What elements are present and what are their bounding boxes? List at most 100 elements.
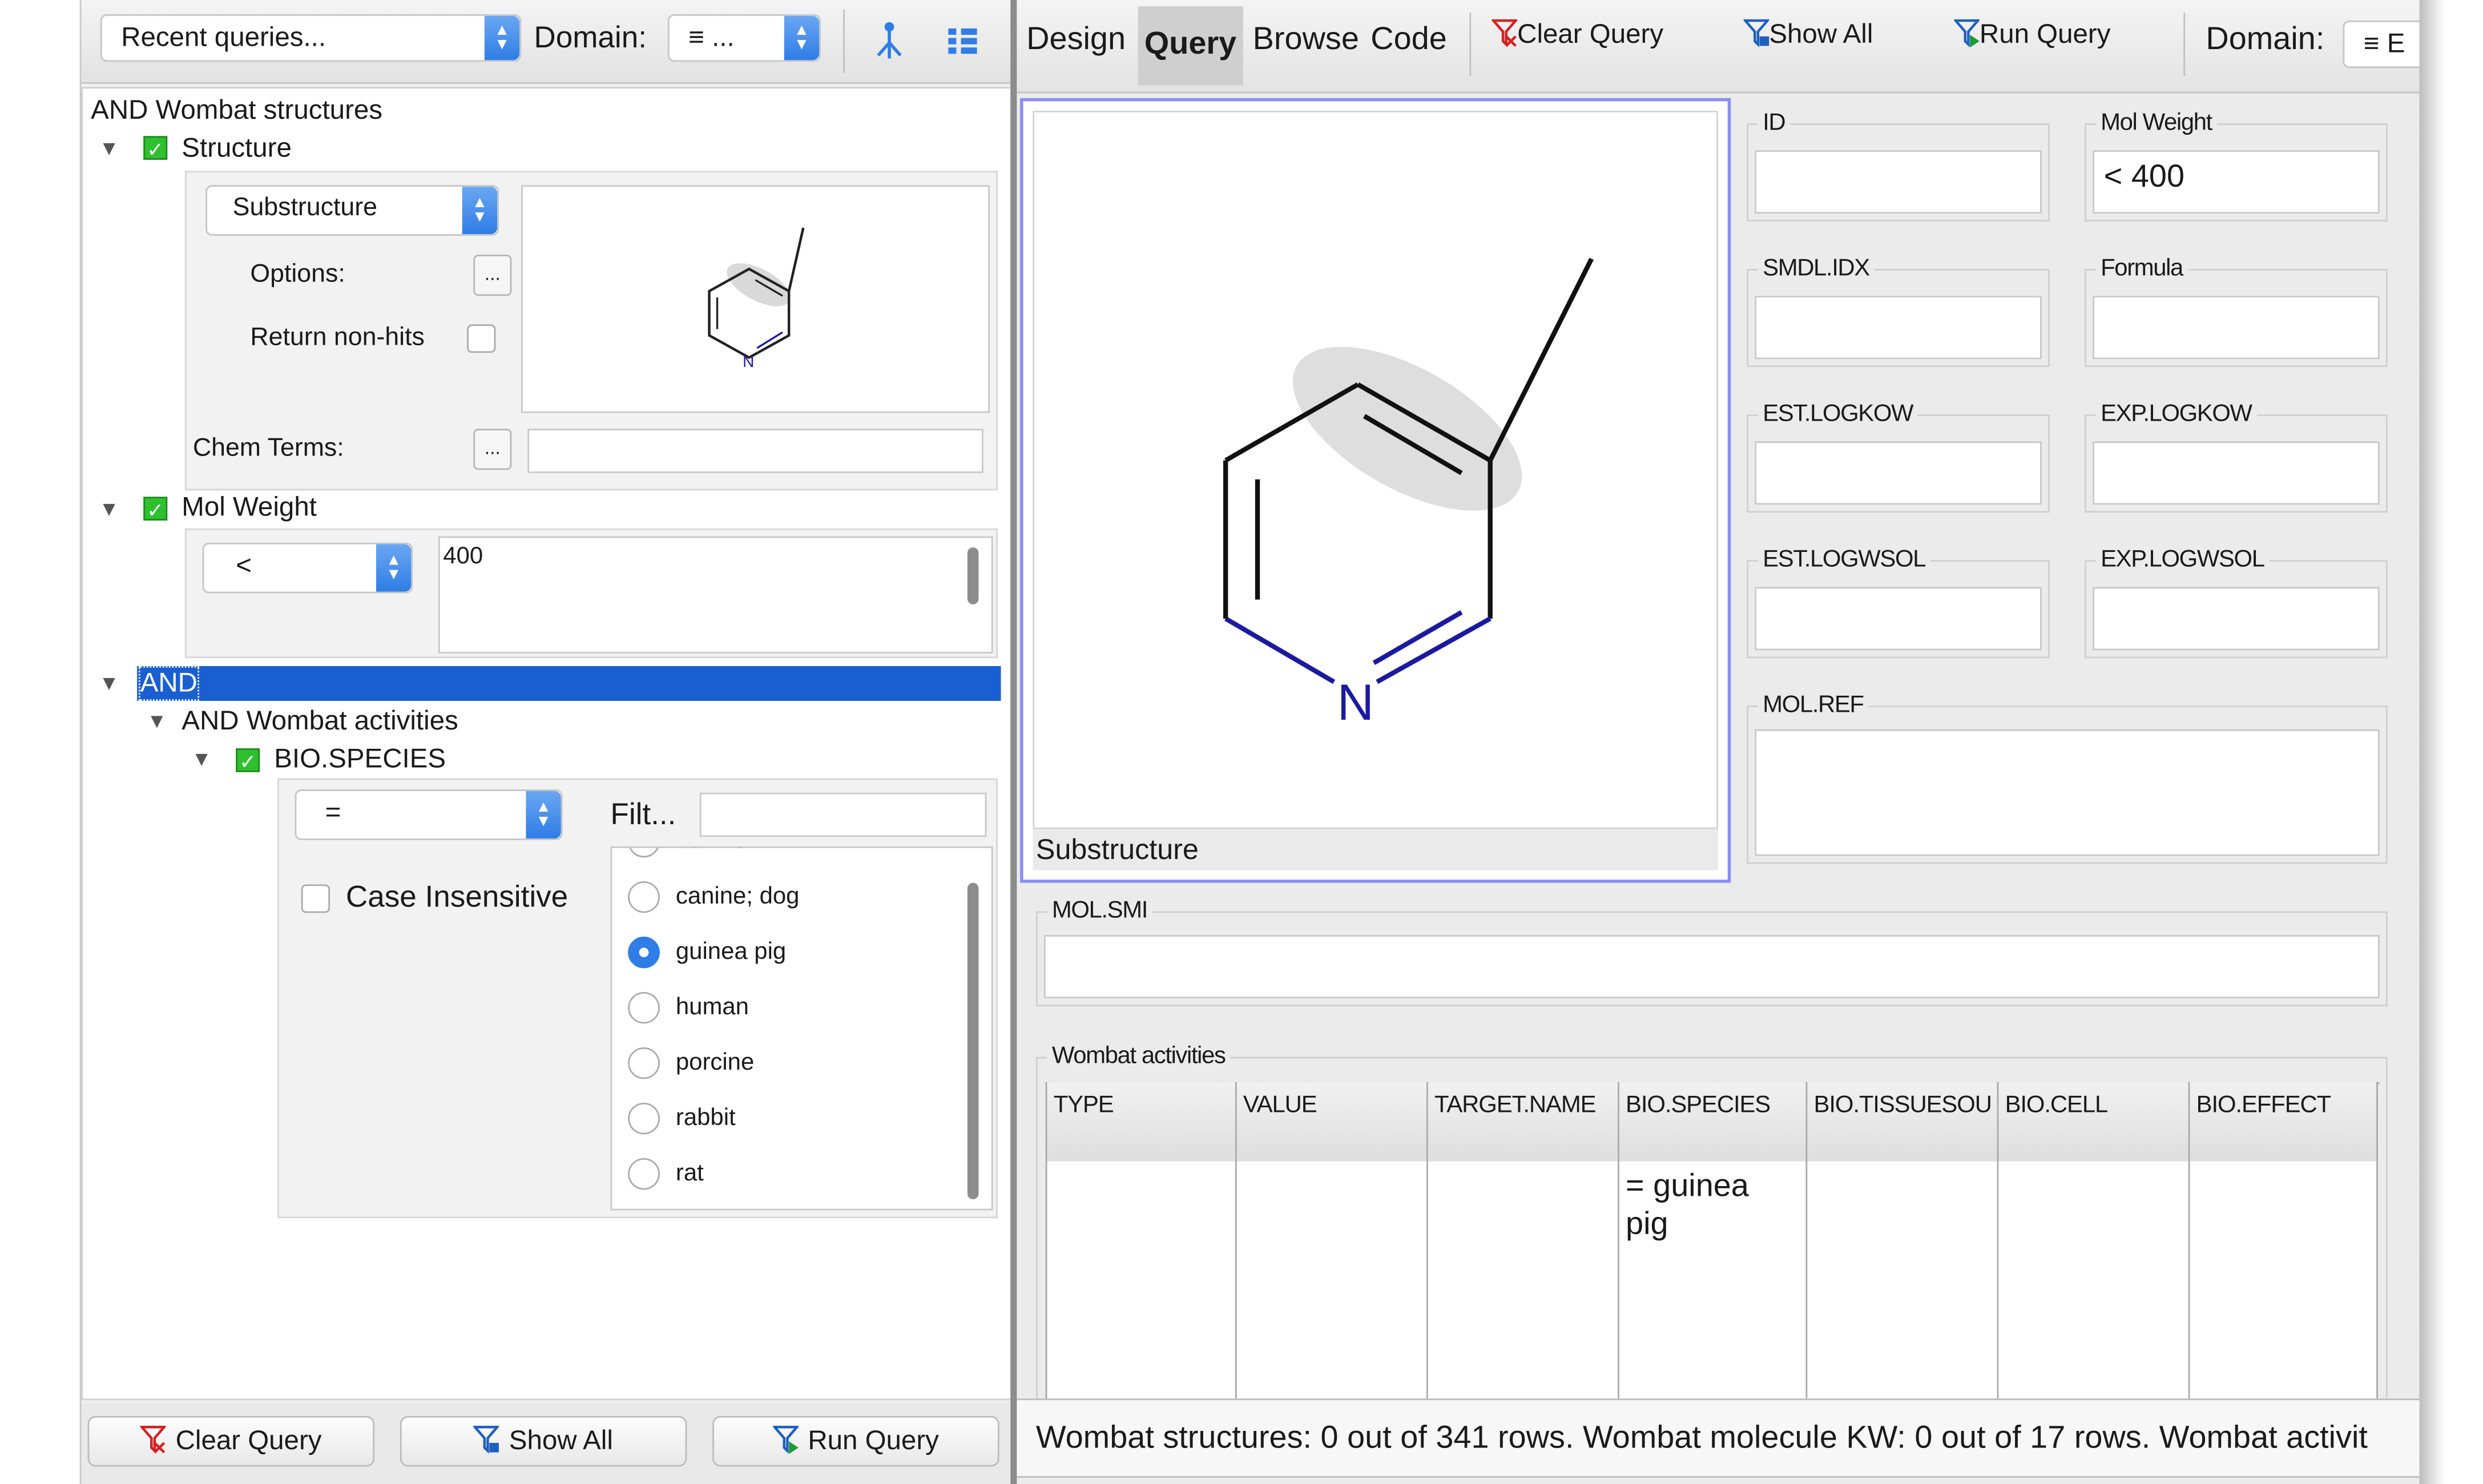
tab-browse[interactable]: Browse bbox=[1253, 22, 1359, 59]
toolbar-clear-query-label: Clear Query bbox=[1517, 19, 1664, 49]
est-logkow-input[interactable] bbox=[1755, 441, 2042, 505]
right-toolbar: Design Query Browse Code Clear Query Sho… bbox=[1017, 0, 2420, 94]
species-radio-rabbit[interactable] bbox=[628, 1103, 660, 1135]
status-text: Wombat structures: 0 out of 341 rows. Wo… bbox=[1035, 1421, 2368, 1456]
chevron-updown-icon: ▲ ▼ bbox=[484, 15, 520, 61]
window-edge-shadow bbox=[2419, 0, 2445, 1484]
column-header-type[interactable]: TYPE bbox=[1047, 1082, 1237, 1162]
tab-code[interactable]: Code bbox=[1371, 22, 1447, 59]
chem-terms-input[interactable] bbox=[527, 429, 983, 473]
toolbar-run-query-button[interactable]: Run Query bbox=[1954, 19, 2110, 50]
column-header-target-name[interactable]: TARGET.NAME bbox=[1428, 1082, 1619, 1162]
chevron-updown-icon: ▲ ▼ bbox=[784, 15, 820, 61]
left-toolbar: Recent queries... ▲ ▼ Domain: ≡ ... ▲ ▼ bbox=[81, 0, 1013, 84]
case-insensitive-checkbox[interactable] bbox=[301, 884, 330, 913]
mol-ref-input[interactable] bbox=[1755, 729, 2380, 856]
species-radio-bovine[interactable] bbox=[628, 848, 660, 858]
column-header-bio-cell[interactable]: BIO.CELL bbox=[1998, 1082, 2190, 1162]
column-header-bio-effect[interactable]: BIO.EFFECT bbox=[2190, 1082, 2378, 1162]
est-logwsol-label: EST.LOGWSOL bbox=[1758, 546, 1930, 573]
column-header-bio-species[interactable]: BIO.SPECIES bbox=[1619, 1082, 1808, 1162]
show-all-button[interactable]: Show All bbox=[400, 1416, 687, 1467]
mol-weight-criteria-section: < ▲ ▼ 400 bbox=[184, 528, 998, 659]
species-option-label: bovine bbox=[676, 848, 746, 854]
expand-triangle-icon[interactable]: ▼ bbox=[99, 497, 119, 521]
mol-weight-enabled-checkbox[interactable]: ✓ bbox=[143, 497, 168, 522]
clear-query-button[interactable]: Clear Query bbox=[87, 1416, 375, 1467]
table-cell-bio-species[interactable]: = guinea pig bbox=[1619, 1161, 1808, 1399]
search-type-value: Substructure bbox=[232, 194, 377, 222]
domain-select[interactable]: ≡ ... ▲ ▼ bbox=[667, 14, 821, 62]
chem-terms-button[interactable]: ... bbox=[473, 429, 512, 470]
mol-smi-field-group: MOL.SMI bbox=[1035, 897, 2388, 1006]
tree-structure-icon[interactable] bbox=[872, 21, 906, 62]
split-pane-divider[interactable] bbox=[1010, 0, 1017, 1484]
bio-species-enabled-checkbox[interactable]: ✓ bbox=[236, 748, 260, 773]
clear-query-label: Clear Query bbox=[175, 1425, 322, 1456]
domain-label: Domain: bbox=[534, 22, 647, 56]
mol-ref-field-group: MOL.REF bbox=[1747, 691, 2388, 864]
column-header-value[interactable]: VALUE bbox=[1236, 1082, 1428, 1162]
filter-label: Filt... bbox=[610, 799, 676, 833]
list-view-icon[interactable] bbox=[945, 24, 980, 59]
bio-species-operator-value: = bbox=[325, 797, 341, 828]
return-nonhits-checkbox[interactable] bbox=[467, 324, 496, 353]
table-cell[interactable] bbox=[1807, 1161, 1999, 1399]
and-node-selected[interactable]: AND bbox=[137, 666, 1001, 701]
species-radio-porcine[interactable] bbox=[628, 1047, 660, 1079]
run-query-button[interactable]: Run Query bbox=[712, 1416, 999, 1467]
table-cell[interactable] bbox=[1047, 1161, 1237, 1399]
structure-enabled-checkbox[interactable]: ✓ bbox=[143, 136, 168, 162]
mol-weight-operator-select[interactable]: < ▲ ▼ bbox=[202, 542, 413, 594]
table-cell[interactable] bbox=[1428, 1161, 1619, 1399]
case-insensitive-label: Case Insensitive bbox=[345, 881, 569, 915]
structure-thumbnail[interactable]: N bbox=[521, 185, 990, 413]
domain-value: ≡ ... bbox=[688, 22, 735, 53]
expand-triangle-icon[interactable]: ▼ bbox=[99, 136, 119, 160]
search-type-select[interactable]: Substructure ▲ ▼ bbox=[205, 185, 499, 236]
mol-weight-value-input[interactable]: 400 bbox=[438, 536, 993, 654]
collapse-triangle-icon[interactable]: ▼ bbox=[99, 671, 119, 695]
toolbar-domain-select[interactable]: ≡ E bbox=[2343, 21, 2420, 68]
species-radio-canine-dog[interactable] bbox=[628, 881, 660, 913]
smdl-idx-label: SMDL.IDX bbox=[1758, 255, 1875, 282]
smdl-idx-field-group: SMDL.IDX bbox=[1747, 255, 2050, 368]
id-input[interactable] bbox=[1755, 150, 2042, 214]
table-cell[interactable] bbox=[2190, 1161, 2378, 1399]
mol-weight-label: Mol Weight bbox=[2095, 109, 2217, 136]
est-logwsol-input[interactable] bbox=[1755, 587, 2042, 651]
mol-smi-input[interactable] bbox=[1043, 935, 2380, 999]
tab-query[interactable]: Query bbox=[1138, 6, 1243, 86]
filter-input[interactable] bbox=[699, 792, 987, 837]
exp-logkow-input[interactable] bbox=[2093, 441, 2380, 505]
toolbar-show-all-button[interactable]: Show All bbox=[1743, 19, 1873, 50]
table-cell[interactable] bbox=[1998, 1161, 2190, 1399]
scrollbar-thumb[interactable] bbox=[967, 547, 979, 604]
mol-weight-input[interactable]: < 400 bbox=[2093, 150, 2380, 214]
scrollbar-thumb[interactable] bbox=[967, 882, 979, 1200]
species-radio-rat[interactable] bbox=[628, 1158, 660, 1190]
return-nonhits-label: Return non-hits bbox=[250, 324, 425, 352]
options-button[interactable]: ... bbox=[473, 255, 512, 296]
recent-queries-select[interactable]: Recent queries... ▲ ▼ bbox=[100, 14, 522, 62]
tab-design[interactable]: Design bbox=[1026, 22, 1126, 59]
exp-logwsol-input[interactable] bbox=[2093, 587, 2380, 651]
species-radio-guinea-pig[interactable] bbox=[628, 936, 660, 969]
species-radio-list[interactable]: bovine canine; dog guinea pig human porcine r… bbox=[610, 846, 993, 1211]
structure-editor[interactable]: N Substructure bbox=[1020, 98, 1731, 883]
formula-input[interactable] bbox=[2093, 296, 2380, 360]
column-header-bio-tissuesou[interactable]: BIO.TISSUESOU bbox=[1807, 1082, 1999, 1162]
chevron-updown-icon: ▲ ▼ bbox=[376, 544, 412, 592]
run-query-label: Run Query bbox=[808, 1425, 939, 1456]
toolbar-clear-query-button[interactable]: Clear Query bbox=[1492, 19, 1663, 50]
species-radio-human[interactable] bbox=[628, 991, 660, 1024]
structure-canvas[interactable]: N bbox=[1033, 111, 1718, 829]
smdl-idx-input[interactable] bbox=[1755, 296, 2042, 360]
table-cell[interactable] bbox=[1236, 1161, 1428, 1399]
tree-root-label: AND Wombat structures bbox=[91, 95, 383, 125]
bio-species-operator-select[interactable]: = ▲ ▼ bbox=[295, 789, 563, 840]
toolbar-divider bbox=[2183, 13, 2186, 76]
structure-criteria-section: Substructure ▲ ▼ Options: ... Return non-… bbox=[184, 171, 998, 491]
expand-triangle-icon[interactable]: ▼ bbox=[191, 747, 212, 771]
expand-triangle-icon[interactable]: ▼ bbox=[147, 709, 167, 733]
